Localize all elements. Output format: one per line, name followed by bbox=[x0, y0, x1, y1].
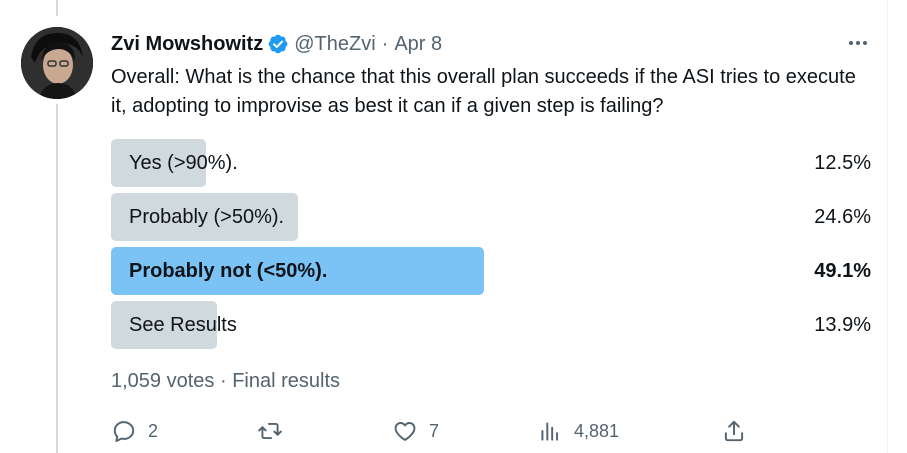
poll-option: Probably (>50%). 24.6% bbox=[111, 193, 871, 241]
like-icon bbox=[394, 422, 416, 441]
column-border bbox=[887, 0, 888, 453]
views-count: 4,881 bbox=[574, 420, 620, 441]
like-count: 7 bbox=[429, 420, 440, 441]
poll-option-label: See Results bbox=[129, 314, 237, 336]
like-button[interactable]: 7 bbox=[392, 414, 439, 448]
poll-option-label: Yes (>90%). bbox=[129, 152, 238, 174]
thread-line-bottom bbox=[56, 104, 58, 453]
share-button[interactable] bbox=[721, 414, 747, 448]
reply-button[interactable]: 2 bbox=[111, 414, 158, 448]
thread-line-top bbox=[56, 0, 58, 16]
poll-option-percent: 24.6% bbox=[814, 206, 871, 228]
retweet-icon bbox=[258, 422, 282, 440]
poll-option: Probably not (<50%). 49.1% bbox=[111, 247, 871, 295]
poll-option-label: Probably not (<50%). bbox=[129, 260, 328, 282]
poll-option-percent: 13.9% bbox=[814, 314, 871, 336]
poll-meta: 1,059 votes · Final results bbox=[111, 370, 340, 393]
poll: Yes (>90%). 12.5% Probably (>50%). 24.6%… bbox=[111, 139, 871, 355]
author-name[interactable]: Zvi Mowshowitz bbox=[111, 33, 263, 56]
poll-option: See Results 13.9% bbox=[111, 301, 871, 349]
avatar[interactable] bbox=[21, 27, 93, 99]
poll-option-label: Probably (>50%). bbox=[129, 206, 285, 228]
poll-status: Final results bbox=[232, 370, 341, 392]
poll-option: Yes (>90%). 12.5% bbox=[111, 139, 871, 187]
avatar-image bbox=[21, 27, 93, 99]
poll-meta-separator: · bbox=[219, 370, 227, 392]
views-icon bbox=[541, 422, 559, 441]
verified-badge-icon[interactable] bbox=[267, 33, 289, 55]
tweet-header: Zvi Mowshowitz @TheZvi · Apr 8 bbox=[111, 31, 442, 57]
tweet-date[interactable]: Apr 8 bbox=[394, 33, 442, 56]
retweet-button[interactable] bbox=[257, 414, 294, 448]
views-button[interactable]: 4,881 bbox=[537, 414, 619, 448]
poll-option-percent: 49.1% bbox=[814, 260, 871, 282]
action-bar: 2 7 4,881 bbox=[111, 414, 871, 448]
poll-option-percent: 12.5% bbox=[814, 152, 871, 174]
author-handle[interactable]: @TheZvi bbox=[294, 33, 375, 56]
reply-count: 2 bbox=[148, 420, 159, 441]
header-separator: · bbox=[381, 32, 389, 55]
more-options-icon[interactable] bbox=[845, 33, 871, 53]
reply-icon bbox=[113, 421, 135, 442]
poll-votes: 1,059 votes bbox=[111, 370, 215, 392]
share-icon bbox=[724, 420, 744, 442]
tweet-text: Overall: What is the chance that this ov… bbox=[111, 66, 856, 117]
